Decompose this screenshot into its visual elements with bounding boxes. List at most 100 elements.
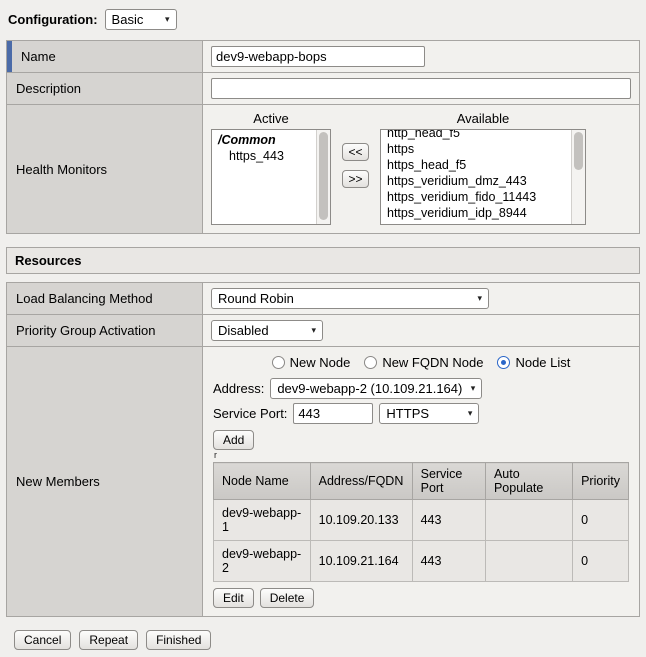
description-row: Description bbox=[7, 73, 640, 105]
health-monitors-dual-list: Active /Common https_443 << bbox=[211, 110, 631, 228]
cell-address: 10.109.20.133 bbox=[310, 500, 412, 541]
health-monitors-label-cell: Health Monitors bbox=[7, 105, 203, 234]
list-item[interactable]: https_443 bbox=[212, 148, 316, 164]
table-row[interactable]: dev9-webapp-1 10.109.20.133 443 0 bbox=[214, 500, 629, 541]
list-item[interactable]: https bbox=[381, 141, 571, 157]
column-header-node-name: Node Name bbox=[214, 463, 311, 500]
monitor-move-buttons: << >> bbox=[342, 143, 369, 188]
description-label-cell: Description bbox=[7, 73, 203, 105]
scrollbar-thumb[interactable] bbox=[574, 132, 583, 170]
column-header-priority: Priority bbox=[573, 463, 629, 500]
health-monitors-row: Health Monitors Active /Common https_443 bbox=[7, 105, 640, 234]
cell-priority: 0 bbox=[573, 500, 629, 541]
address-select[interactable]: dev9-webapp-2 (10.109.21.164) ▾ bbox=[270, 378, 482, 399]
finished-button[interactable]: Finished bbox=[146, 630, 211, 650]
column-header-auto-populate: Auto Populate bbox=[485, 463, 572, 500]
cancel-button[interactable]: Cancel bbox=[14, 630, 71, 650]
radio-icon[interactable] bbox=[272, 356, 285, 369]
configuration-select[interactable]: Basic ▾ bbox=[105, 9, 177, 30]
priority-group-label: Priority Group Activation bbox=[16, 323, 155, 338]
radio-node-list[interactable]: Node List bbox=[497, 355, 570, 370]
move-to-active-button[interactable]: << bbox=[342, 143, 369, 161]
list-item[interactable]: /Common bbox=[212, 132, 316, 148]
scrollbar-thumb[interactable] bbox=[319, 132, 328, 220]
add-member-button[interactable]: Add bbox=[213, 430, 254, 450]
service-port-input[interactable] bbox=[293, 403, 373, 424]
cell-address: 10.109.21.164 bbox=[310, 541, 412, 582]
general-properties-table: Name Description Health Monitors Active bbox=[6, 40, 640, 234]
repeat-button[interactable]: Repeat bbox=[79, 630, 138, 650]
available-monitors-items: http_head_f5 https https_head_f5 https_v… bbox=[381, 130, 571, 224]
list-item[interactable]: https_veridium_fido_11443 bbox=[381, 189, 571, 205]
name-row: Name bbox=[7, 41, 640, 73]
cell-service-port: 443 bbox=[412, 500, 485, 541]
stray-text: r bbox=[214, 451, 629, 459]
cell-priority: 0 bbox=[573, 541, 629, 582]
active-monitors-listbox[interactable]: /Common https_443 bbox=[211, 129, 331, 225]
load-balancing-select[interactable]: Round Robin ▾ bbox=[211, 288, 489, 309]
add-button-row: Add bbox=[213, 430, 629, 450]
chevron-down-icon: ▾ bbox=[468, 409, 473, 418]
available-monitors-column: Available http_head_f5 https https_head_… bbox=[380, 111, 586, 225]
cell-auto-populate bbox=[485, 500, 572, 541]
new-members-row: New Members New Node New FQDN Node Node … bbox=[7, 347, 640, 617]
service-type-select-value: HTTPS bbox=[386, 406, 429, 421]
chevron-down-icon: ▾ bbox=[165, 15, 170, 24]
radio-new-fqdn-node[interactable]: New FQDN Node bbox=[364, 355, 483, 370]
chevron-down-icon: ▾ bbox=[311, 326, 316, 335]
move-to-available-button[interactable]: >> bbox=[342, 170, 369, 188]
name-label-cell: Name bbox=[7, 41, 203, 73]
new-members-label: New Members bbox=[16, 474, 100, 489]
list-item[interactable]: https_veridium_dmz_443 bbox=[381, 173, 571, 189]
radio-node-list-label: Node List bbox=[515, 355, 570, 370]
cell-service-port: 443 bbox=[412, 541, 485, 582]
delete-member-button[interactable]: Delete bbox=[260, 588, 315, 608]
load-balancing-label: Load Balancing Method bbox=[16, 291, 153, 306]
active-monitors-column: Active /Common https_443 bbox=[211, 111, 331, 225]
resources-table: Load Balancing Method Round Robin ▾ Prio… bbox=[6, 282, 640, 617]
active-list-title: Active bbox=[211, 111, 331, 126]
cell-auto-populate bbox=[485, 541, 572, 582]
description-label: Description bbox=[16, 81, 81, 96]
radio-new-node[interactable]: New Node bbox=[272, 355, 351, 370]
member-actions-row: Edit Delete bbox=[213, 588, 629, 608]
address-field-row: Address: dev9-webapp-2 (10.109.21.164) ▾ bbox=[213, 378, 629, 399]
list-item[interactable]: https_veridium_idp_8944 bbox=[381, 205, 571, 221]
load-balancing-select-value: Round Robin bbox=[218, 291, 294, 306]
health-monitors-label: Health Monitors bbox=[16, 162, 107, 177]
resources-section-header: Resources bbox=[6, 247, 640, 274]
chevron-down-icon: ▾ bbox=[471, 384, 476, 393]
priority-group-select[interactable]: Disabled ▾ bbox=[211, 320, 323, 341]
configuration-select-value: Basic bbox=[112, 12, 144, 27]
available-listbox-scrollbar[interactable] bbox=[571, 130, 585, 224]
description-input[interactable] bbox=[211, 78, 631, 99]
load-balancing-label-cell: Load Balancing Method bbox=[7, 283, 203, 315]
health-monitors-value-cell: Active /Common https_443 << bbox=[203, 105, 640, 234]
radio-selected-icon[interactable] bbox=[497, 356, 510, 369]
new-members-table: Node Name Address/FQDN Service Port Auto… bbox=[213, 462, 629, 582]
cell-node-name: dev9-webapp-1 bbox=[214, 500, 311, 541]
name-value-cell bbox=[203, 41, 640, 73]
priority-group-value-cell: Disabled ▾ bbox=[203, 315, 640, 347]
table-row[interactable]: dev9-webapp-2 10.109.21.164 443 0 bbox=[214, 541, 629, 582]
service-port-field-row: Service Port: HTTPS ▾ bbox=[213, 403, 629, 424]
new-members-value-cell: New Node New FQDN Node Node List Address… bbox=[203, 347, 640, 617]
priority-group-label-cell: Priority Group Activation bbox=[7, 315, 203, 347]
service-type-select[interactable]: HTTPS ▾ bbox=[379, 403, 479, 424]
description-value-cell bbox=[203, 73, 640, 105]
radio-icon[interactable] bbox=[364, 356, 377, 369]
service-port-label: Service Port: bbox=[213, 406, 287, 421]
cell-node-name: dev9-webapp-2 bbox=[214, 541, 311, 582]
column-header-address-fqdn: Address/FQDN bbox=[310, 463, 412, 500]
priority-group-row: Priority Group Activation Disabled ▾ bbox=[7, 315, 640, 347]
radio-new-fqdn-node-label: New FQDN Node bbox=[382, 355, 483, 370]
edit-member-button[interactable]: Edit bbox=[213, 588, 254, 608]
active-listbox-scrollbar[interactable] bbox=[316, 130, 330, 224]
active-monitors-items: /Common https_443 bbox=[212, 130, 316, 224]
list-item[interactable]: http_head_f5 bbox=[381, 130, 571, 141]
load-balancing-row: Load Balancing Method Round Robin ▾ bbox=[7, 283, 640, 315]
name-label: Name bbox=[21, 49, 56, 64]
list-item[interactable]: https_head_f5 bbox=[381, 157, 571, 173]
name-input[interactable] bbox=[211, 46, 425, 67]
available-monitors-listbox[interactable]: http_head_f5 https https_head_f5 https_v… bbox=[380, 129, 586, 225]
